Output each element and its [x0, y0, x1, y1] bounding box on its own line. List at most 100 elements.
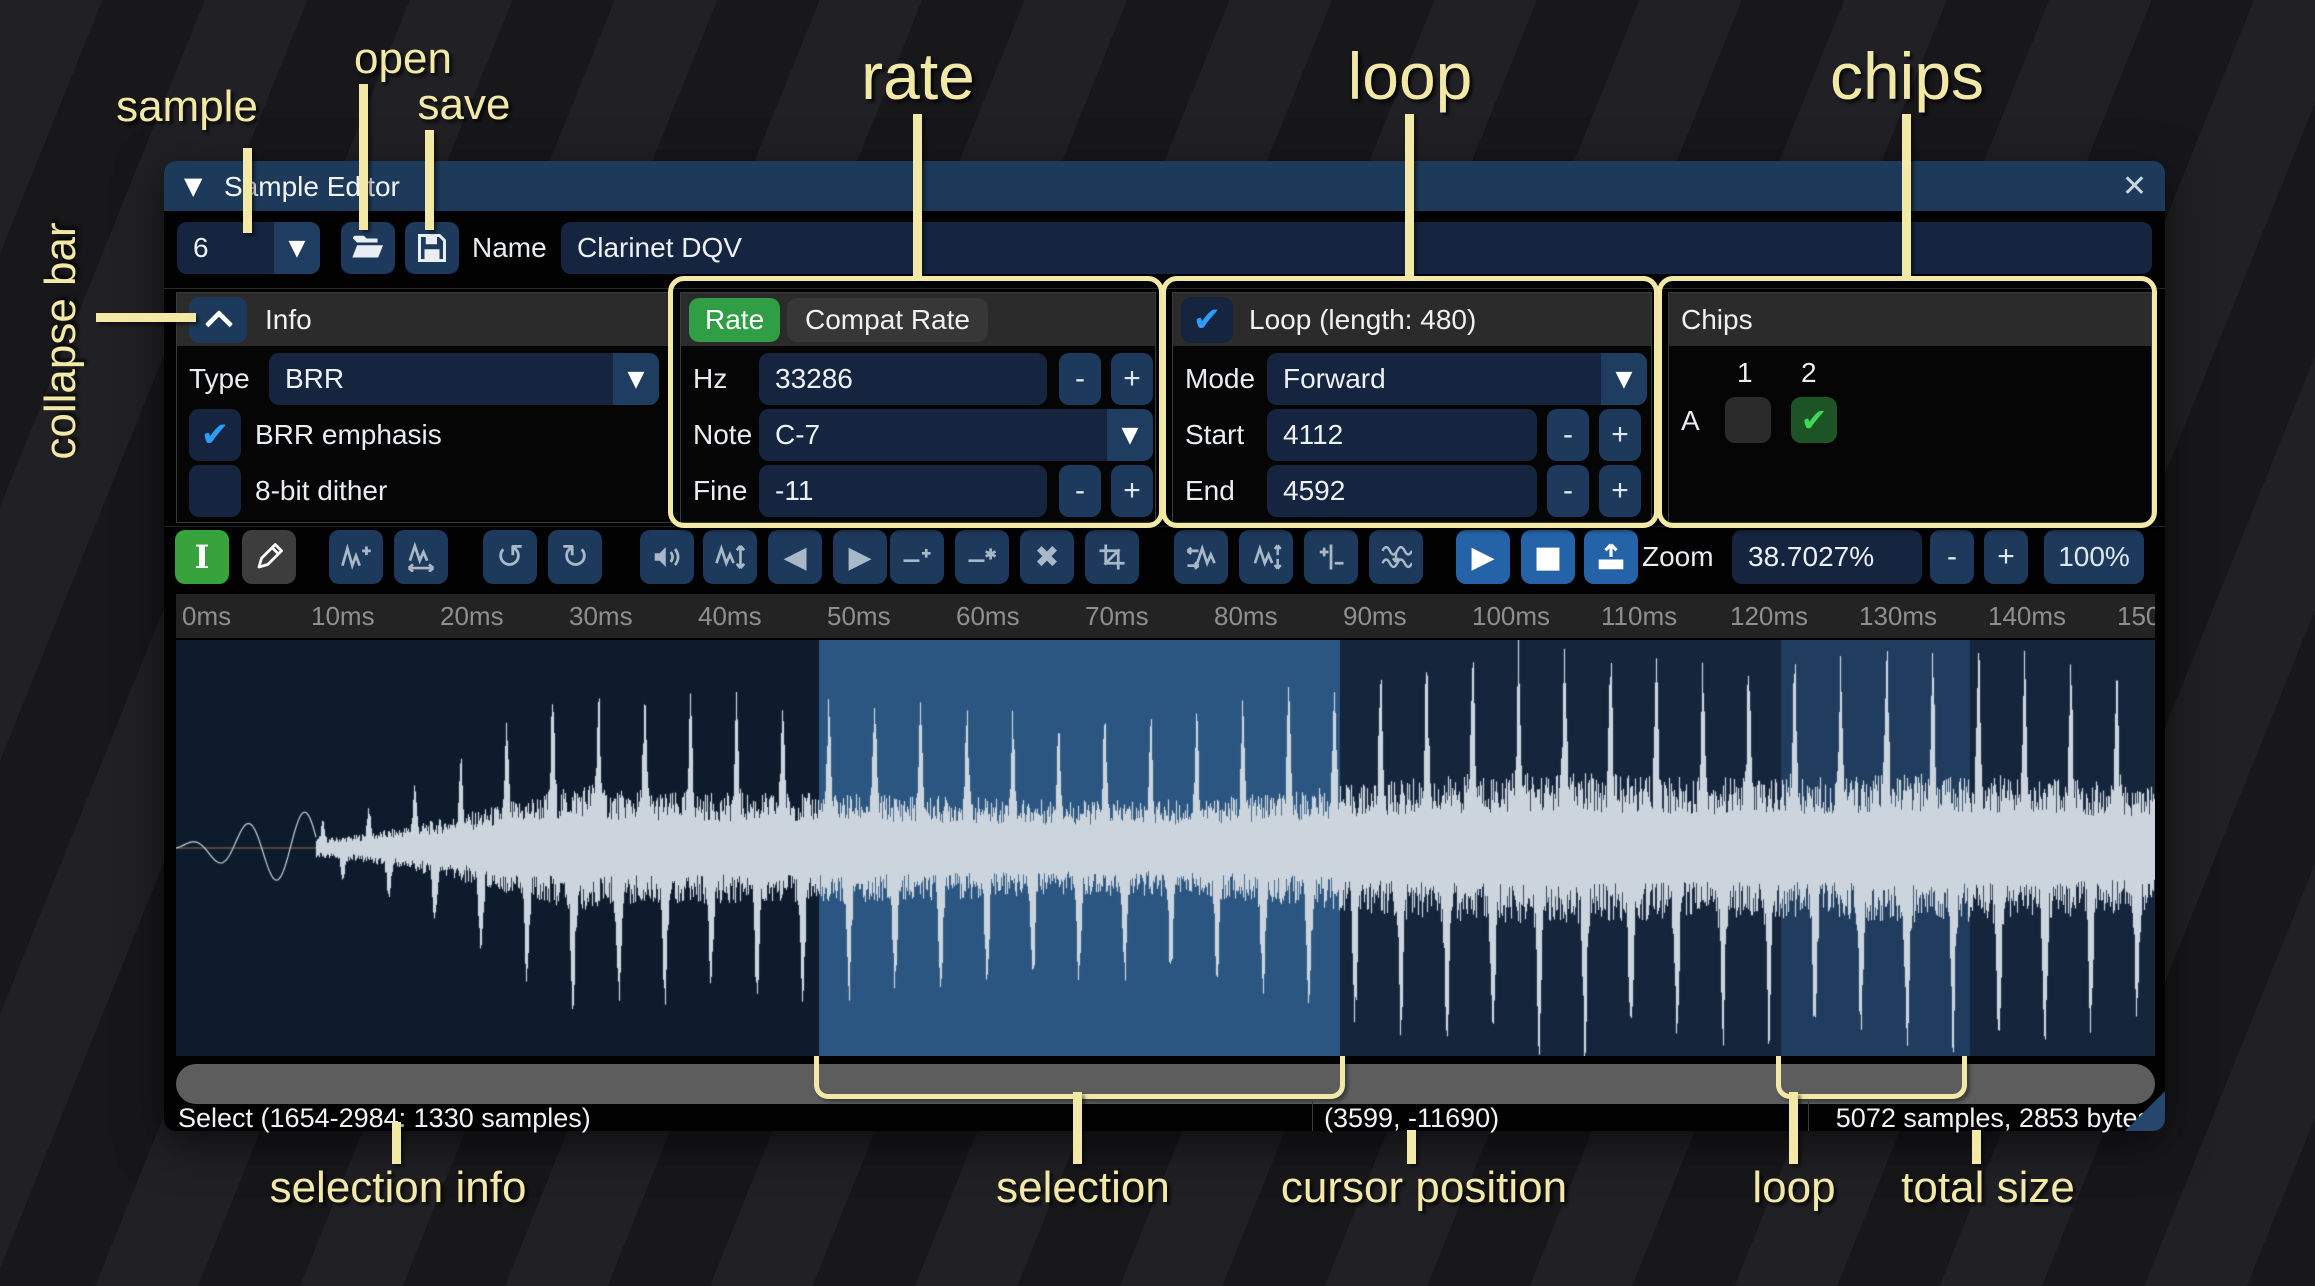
- name-value: Clarinet DQV: [577, 232, 742, 264]
- wave-updown-icon: [714, 542, 746, 572]
- annotation-save-label: save: [418, 80, 511, 130]
- annotation-line-rate: [913, 114, 922, 281]
- save-floppy-icon: [417, 233, 447, 263]
- annotation-line-loop-bottom: [1789, 1092, 1798, 1164]
- type-dropdown[interactable]: BRR ▼: [269, 353, 659, 405]
- annotation-line-selection-info: [392, 1122, 401, 1164]
- minus-icon: -: [1947, 540, 1957, 574]
- delete-button[interactable]: ✖: [1020, 530, 1074, 584]
- status-bar: Select (1654-2984: 1330 samples) (3599, …: [164, 1103, 2165, 1131]
- chevron-down-icon[interactable]: ▼: [274, 222, 320, 274]
- ruler-tick: 20ms: [440, 601, 504, 632]
- brr-emphasis-checkbox[interactable]: ✔: [189, 409, 241, 461]
- undo-button[interactable]: ↺: [483, 530, 537, 584]
- name-field[interactable]: Clarinet DQV: [561, 222, 2152, 274]
- line-plus-icon: [901, 542, 933, 572]
- ibeam-cursor-icon: I: [195, 538, 210, 576]
- type-value: BRR: [285, 353, 344, 405]
- resample-button[interactable]: [394, 530, 448, 584]
- zoom-in-button[interactable]: +: [1984, 530, 2028, 584]
- ruler-tick: 140ms: [1988, 601, 2066, 632]
- fade-out-icon: ▶: [848, 540, 871, 575]
- zoom-out-button[interactable]: -: [1930, 530, 1974, 584]
- normalize-button[interactable]: [703, 530, 757, 584]
- insert-silence-button[interactable]: [890, 530, 944, 584]
- open-sample-button[interactable]: [341, 222, 395, 274]
- stop-button[interactable]: ■: [1521, 530, 1575, 584]
- draw-tool-button[interactable]: [242, 530, 296, 584]
- window-titlebar[interactable]: ▼ Sample Editor ✕: [164, 161, 2165, 211]
- plus-icon: +: [1997, 540, 2015, 574]
- ruler-tick: 110ms: [1601, 601, 1677, 632]
- waveform-canvas[interactable]: [176, 640, 2155, 1056]
- wave-plus-icon: [340, 542, 372, 572]
- reverse-button[interactable]: [1174, 530, 1228, 584]
- sign-button[interactable]: [1304, 530, 1358, 584]
- annotation-selection-label: selection: [996, 1163, 1170, 1213]
- status-total-size: 5072 samples, 2853 bytes: [1836, 1103, 2151, 1134]
- timeline-ruler[interactable]: 0ms 10ms 20ms 30ms 40ms 50ms 60ms 70ms 8…: [176, 594, 2155, 638]
- annotation-line-total-size: [1972, 1130, 1981, 1164]
- annotation-loop-label: loop: [1348, 38, 1473, 114]
- amplify-button[interactable]: [640, 530, 694, 584]
- plus-minus-icon: [1316, 542, 1346, 572]
- annotation-box-chips: [1657, 276, 2157, 528]
- annotation-sample-label: sample: [116, 82, 258, 132]
- delete-x-icon: ✖: [1034, 540, 1059, 575]
- collapse-bar-button[interactable]: [189, 297, 247, 343]
- annotation-line-open: [359, 84, 368, 230]
- zoom-reset-button[interactable]: 100%: [2044, 530, 2144, 584]
- fade-out-button[interactable]: ▶: [833, 530, 887, 584]
- zoom-value-field[interactable]: 38.7027%: [1732, 530, 1922, 584]
- ruler-tick: 150ms: [2117, 601, 2155, 632]
- apply-silence-button[interactable]: [955, 530, 1009, 584]
- annotation-open-label: open: [354, 34, 452, 84]
- annotation-line-loop: [1405, 114, 1414, 281]
- redo-icon: ↻: [561, 537, 590, 577]
- brr-emphasis-label: BRR emphasis: [255, 409, 442, 461]
- screenshot-stage: ▼ Sample Editor ✕ 6 ▼ Name Clarinet DQV: [0, 0, 2315, 1286]
- wave-stretch-icon: [405, 542, 437, 572]
- fade-in-button[interactable]: ◀: [768, 530, 822, 584]
- 8bit-dither-checkbox[interactable]: [189, 465, 241, 517]
- speaker-icon: [651, 542, 683, 572]
- annotation-line-cursor-position: [1407, 1130, 1416, 1164]
- close-icon[interactable]: ✕: [2122, 169, 2147, 204]
- zoom-label: Zoom: [1642, 531, 1714, 583]
- create-wave-button[interactable]: [1584, 530, 1638, 584]
- wave-left-arrows-icon: [1185, 542, 1217, 572]
- annotation-loop-bottom-label: loop: [1752, 1163, 1835, 1213]
- info-header: Info: [177, 293, 671, 346]
- filter-button[interactable]: [1369, 530, 1423, 584]
- pencil-icon: [254, 542, 284, 572]
- window-collapse-triangle-icon[interactable]: ▼: [184, 172, 202, 200]
- annotation-total-size-label: total size: [1901, 1163, 2075, 1213]
- chevron-down-icon[interactable]: ▼: [613, 353, 659, 405]
- select-tool-button[interactable]: I: [175, 530, 229, 584]
- invert-button[interactable]: [1239, 530, 1293, 584]
- redo-button[interactable]: ↻: [548, 530, 602, 584]
- annotation-bracket-loop: [1776, 1056, 1967, 1099]
- resize-button[interactable]: [329, 530, 383, 584]
- annotation-line-save: [425, 130, 434, 230]
- type-label: Type: [189, 353, 250, 405]
- line-asterisk-icon: [966, 542, 998, 572]
- fade-in-icon: ◀: [783, 540, 806, 575]
- ruler-tick: 70ms: [1085, 601, 1149, 632]
- annotation-box-rate: [668, 276, 1164, 528]
- ruler-tick: 50ms: [827, 601, 891, 632]
- resize-grip[interactable]: [2125, 1091, 2165, 1131]
- zoom-value: 38.7027%: [1748, 541, 1874, 573]
- ruler-tick: 0ms: [182, 601, 231, 632]
- info-section: Info Type BRR ▼ ✔ BRR emphasis 8-bit dit…: [176, 292, 672, 523]
- annotation-collapse-bar-label: collapse bar: [36, 222, 86, 459]
- sample-number-value: 6: [193, 222, 209, 274]
- crop-icon: [1097, 542, 1127, 572]
- status-divider: [1312, 1101, 1313, 1131]
- annotation-line-chips: [1902, 114, 1911, 281]
- status-selection-info: Select (1654-2984: 1330 samples): [178, 1103, 591, 1134]
- stop-icon: ■: [1534, 540, 1562, 575]
- play-button[interactable]: ▶: [1456, 530, 1510, 584]
- trim-button[interactable]: [1085, 530, 1139, 584]
- status-divider: [1808, 1101, 1809, 1131]
